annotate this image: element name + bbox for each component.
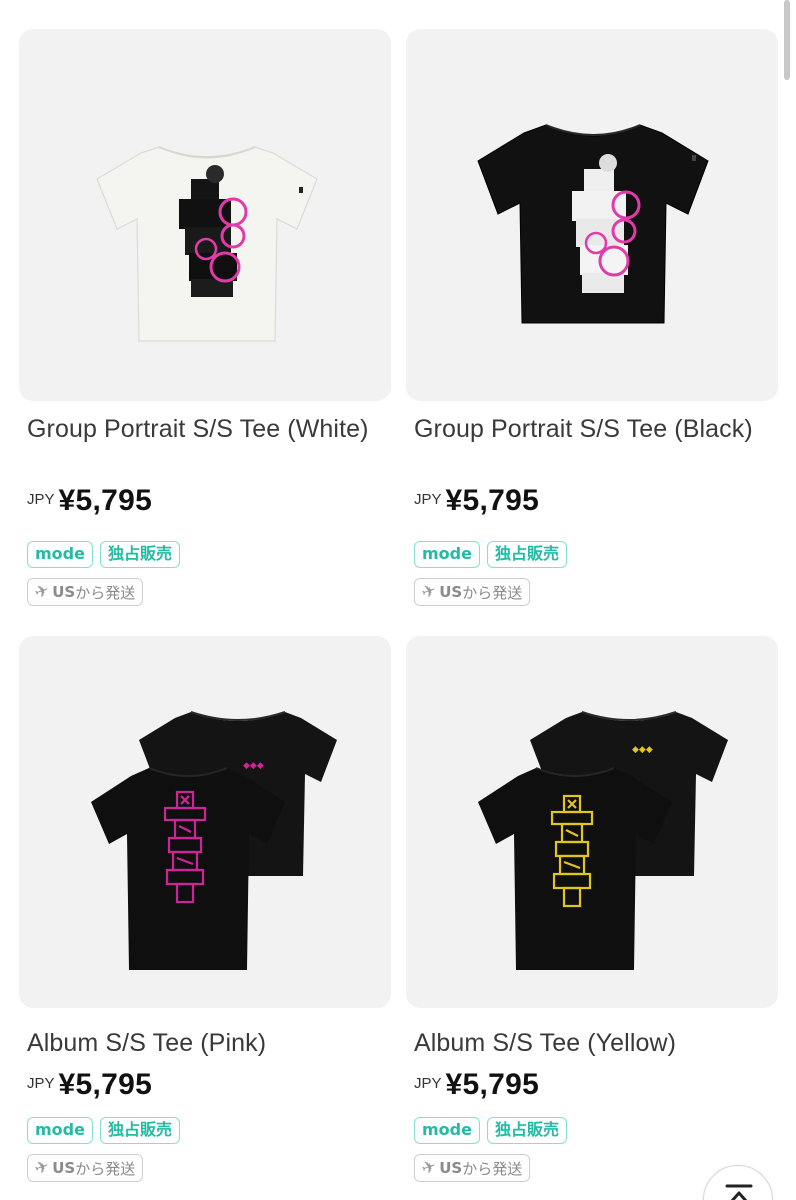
product-card[interactable]: Group Portrait S/S Tee (White) JPY ¥5,79… (19, 0, 391, 606)
product-tags: mode 独占販売 (414, 541, 567, 568)
price-amount: ¥5,795 (445, 1068, 540, 1101)
mode-badge: mode (414, 1117, 480, 1144)
shipping-info: ✈ US から発送 (414, 1154, 531, 1182)
product-title[interactable]: Group Portrait S/S Tee (White) (27, 414, 385, 445)
mode-badge: mode (27, 541, 93, 568)
product-title[interactable]: Album S/S Tee (Pink) (27, 1028, 385, 1059)
product-image[interactable] (19, 29, 391, 401)
exclusive-sale-badge: 独占販売 (486, 541, 567, 568)
product-tags: mode 独占販売 (414, 1117, 567, 1144)
airplane-icon: ✈ (32, 1156, 53, 1180)
airplane-icon: ✈ (419, 1156, 440, 1180)
ships-from-badge: ✈ US から発送 (414, 578, 531, 606)
product-card[interactable]: ◆◆◆ Album S/S Tee (Yellow) JPY ¥5,795 mo… (406, 606, 778, 1200)
exclusive-sale-badge: 独占販売 (99, 1117, 180, 1144)
airplane-icon: ✈ (419, 580, 440, 604)
product-title[interactable]: Group Portrait S/S Tee (Black) (414, 414, 772, 445)
ships-from-badge: ✈ US から発送 (27, 1154, 144, 1182)
ships-from-badge: ✈ US から発送 (27, 578, 144, 606)
product-price: JPY ¥5,795 (27, 484, 152, 518)
mode-badge: mode (414, 541, 480, 568)
price-amount: ¥5,795 (58, 484, 153, 517)
shipping-info: ✈ US から発送 (27, 1154, 144, 1182)
white-tshirt-image (96, 146, 318, 342)
airplane-icon: ✈ (32, 580, 53, 604)
ship-origin-label: から発送 (462, 1159, 523, 1178)
black-pink-tshirt-image: ◆◆◆ (91, 711, 337, 970)
black-tshirt-image (477, 124, 709, 324)
product-price: JPY ¥5,795 (414, 1068, 539, 1102)
product-tags: mode 独占販売 (27, 1117, 180, 1144)
ship-origin-country: US (52, 1159, 76, 1177)
product-image[interactable]: ◆◆◆ (406, 636, 778, 1008)
price-currency: JPY (27, 491, 55, 508)
ship-origin-country: US (439, 583, 463, 601)
product-tags: mode 独占販売 (27, 541, 180, 568)
product-image[interactable] (406, 29, 778, 401)
ship-origin-label: から発送 (462, 583, 523, 602)
price-currency: JPY (414, 491, 442, 508)
price-currency: JPY (27, 1075, 55, 1092)
product-image[interactable]: ◆◆◆ (19, 636, 391, 1008)
mode-badge: mode (27, 1117, 93, 1144)
svg-text:◆◆◆: ◆◆◆ (632, 745, 653, 755)
ship-origin-country: US (52, 583, 76, 601)
product-card[interactable]: ◆◆◆ Album S/S Tee (Pink) JPY ¥5,795 mode… (19, 606, 391, 1200)
product-grid: Group Portrait S/S Tee (White) JPY ¥5,79… (0, 0, 796, 1200)
ship-origin-label: から発送 (75, 1159, 136, 1178)
shipping-info: ✈ US から発送 (27, 578, 144, 606)
price-currency: JPY (414, 1075, 442, 1092)
product-card[interactable]: Group Portrait S/S Tee (Black) JPY ¥5,79… (406, 0, 778, 606)
black-yellow-tshirt-image: ◆◆◆ (478, 711, 728, 970)
svg-text:◆◆◆: ◆◆◆ (243, 761, 264, 771)
arrow-up-to-top-icon (725, 1184, 753, 1200)
scrollbar[interactable] (784, 0, 790, 80)
product-title[interactable]: Album S/S Tee (Yellow) (414, 1028, 772, 1059)
ships-from-badge: ✈ US から発送 (414, 1154, 531, 1182)
shipping-info: ✈ US から発送 (414, 578, 531, 606)
ship-origin-country: US (439, 1159, 463, 1177)
exclusive-sale-badge: 独占販売 (486, 1117, 567, 1144)
product-price: JPY ¥5,795 (27, 1068, 152, 1102)
ship-origin-label: から発送 (75, 583, 136, 602)
price-amount: ¥5,795 (445, 484, 540, 517)
price-amount: ¥5,795 (58, 1068, 153, 1101)
exclusive-sale-badge: 独占販売 (99, 541, 180, 568)
product-price: JPY ¥5,795 (414, 484, 539, 518)
